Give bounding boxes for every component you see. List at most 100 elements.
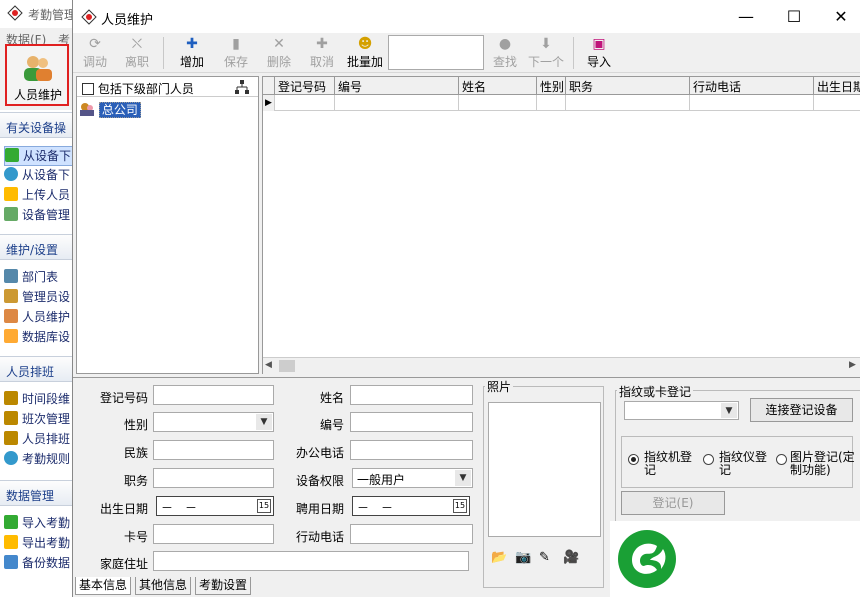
chevron-down-icon: ▼	[455, 470, 471, 486]
reg-no-field[interactable]	[153, 385, 274, 405]
radio-fingerprint-machine[interactable]: 指纹机登记	[628, 451, 698, 477]
personnel-maintenance-big-button[interactable]: 人员维护	[5, 44, 69, 106]
sidebar-section-scheduling[interactable]: 人员排班	[0, 356, 72, 382]
search-input[interactable]	[388, 35, 484, 70]
label-hire-date: 聘用日期	[295, 502, 344, 516]
tab-other-info[interactable]: 其他信息	[135, 577, 192, 595]
col-mobile[interactable]: 行动电话	[690, 77, 814, 95]
col-birth[interactable]: 出生日期	[814, 77, 860, 95]
device-select[interactable]: ▼	[624, 401, 739, 420]
label-ethnicity: 民族	[123, 446, 148, 460]
sidebar-section-maintenance[interactable]: 维护/设置	[0, 234, 72, 260]
video-camera-icon[interactable]: 🎥	[563, 550, 579, 565]
tab-attendance-settings[interactable]: 考勤设置	[195, 577, 252, 595]
hire-date-picker[interactable]: － － 15	[352, 496, 470, 516]
import-button[interactable]: ▣ 导入	[580, 35, 618, 71]
next-button[interactable]: ⬇ 下一个	[525, 35, 567, 71]
label-mobile: 行动电话	[295, 530, 344, 544]
sidebar-item-backup[interactable]: 备份数据	[4, 554, 72, 574]
scroll-left-icon[interactable]: ◀	[265, 360, 272, 370]
radio-fingerprint-reader[interactable]: 指纹仪登记	[703, 451, 773, 477]
col-number[interactable]: 编号	[335, 77, 459, 95]
camera-icon[interactable]: 📷	[515, 550, 531, 565]
sidebar-section-device[interactable]: 有关设备操	[0, 112, 72, 138]
department-tree: 包括下级部门人员 总公司	[76, 76, 259, 374]
sidebar-item-device-mgmt[interactable]: 设备管理	[4, 206, 72, 226]
maximize-button[interactable]: ☐	[771, 0, 817, 33]
sidebar-item-schedule[interactable]: 人员排班	[4, 430, 72, 450]
database-icon	[4, 329, 18, 343]
sidebar-item-departments[interactable]: 部门表	[4, 268, 72, 288]
cancel-icon: ✚	[316, 36, 328, 52]
gender-select[interactable]: ▼	[153, 412, 274, 432]
number-field[interactable]	[350, 412, 473, 432]
position-field[interactable]	[153, 468, 274, 488]
sidebar-item-timeslot[interactable]: 时间段维	[4, 390, 72, 410]
horizontal-scrollbar[interactable]: ◀ ▶	[263, 357, 860, 374]
sidebar-item-admin[interactable]: 管理员设	[4, 288, 72, 308]
dialog-titlebar: 人员维护 — ☐ ✕	[73, 0, 860, 33]
card-field[interactable]	[153, 524, 274, 544]
tab-basic-info[interactable]: 基本信息	[75, 577, 132, 595]
add-button[interactable]: ✚ 增加	[173, 35, 211, 71]
include-sub-checkbox[interactable]: 包括下级部门人员	[82, 80, 194, 97]
mobile-field[interactable]	[350, 524, 473, 544]
calendar-icon: 15	[453, 499, 467, 513]
close-button[interactable]: ✕	[818, 0, 860, 33]
sidebar-item-upload[interactable]: 上传人员	[4, 186, 72, 206]
col-reg-no[interactable]: 登记号码	[275, 77, 335, 95]
label-office-phone: 办公电话	[295, 446, 344, 460]
sidebar-item-personnel[interactable]: 人员维护	[4, 308, 72, 328]
fingerprint-group-label: 指纹或卡登记	[617, 383, 694, 400]
label-address: 家庭住址	[99, 557, 148, 571]
row-indicator-icon: ▶	[263, 95, 275, 111]
sidebar-item-export[interactable]: 导出考勤	[4, 534, 72, 554]
minimize-button[interactable]: —	[723, 0, 769, 33]
delete-button[interactable]: ✕ 删除	[260, 35, 298, 71]
sidebar-section-data[interactable]: 数据管理	[0, 480, 72, 506]
connect-device-button[interactable]: 连接登记设备	[750, 398, 853, 422]
transfer-button[interactable]: ⟳ 调动	[76, 35, 114, 71]
open-folder-icon[interactable]: 📂	[491, 550, 507, 565]
company-icon	[80, 103, 94, 116]
department-icon	[4, 269, 18, 283]
arrow-down-icon: ⬇	[540, 36, 552, 52]
scroll-right-icon[interactable]: ▶	[849, 360, 856, 370]
sidebar-item-import[interactable]: 导入考勤	[4, 514, 72, 534]
big-button-label: 人员维护	[13, 88, 62, 102]
address-field[interactable]	[153, 551, 469, 571]
refresh-icon: ⟳	[89, 36, 101, 52]
sidebar-item-rules[interactable]: 考勤规则	[4, 450, 72, 470]
birth-date-picker[interactable]: － － 15	[156, 496, 274, 516]
register-button[interactable]: 登记(E)	[621, 491, 725, 515]
batch-add-button[interactable]: ☻ 批量加	[343, 35, 387, 71]
scroll-thumb[interactable]	[279, 360, 295, 372]
eraser-icon[interactable]: ✎	[539, 550, 550, 565]
resign-button[interactable]: ⛌ 离职	[118, 35, 156, 71]
office-phone-field[interactable]	[350, 440, 473, 460]
find-button[interactable]: ● 查找	[486, 35, 524, 71]
permission-select[interactable]: 一般用户 ▼	[352, 468, 473, 488]
radio-unchecked-icon	[703, 454, 714, 465]
cancel-button[interactable]: ✚ 取消	[303, 35, 341, 71]
chevron-down-icon: ▼	[721, 403, 737, 418]
sidebar-item-download-2[interactable]: 从设备下	[4, 166, 72, 186]
photo-box[interactable]	[488, 402, 601, 537]
tree-node-root[interactable]: 总公司	[79, 101, 141, 118]
ethnicity-field[interactable]	[153, 440, 274, 460]
org-chart-icon[interactable]	[235, 80, 249, 94]
import-icon: ▣	[592, 36, 606, 52]
col-name[interactable]: 姓名	[459, 77, 537, 95]
col-gender[interactable]: 性别	[537, 77, 566, 95]
sidebar-item-shift[interactable]: 班次管理	[4, 410, 72, 430]
save-button[interactable]: ▮ 保存	[217, 35, 255, 71]
col-position[interactable]: 职务	[566, 77, 690, 95]
table-row[interactable]: ▶	[263, 95, 860, 111]
radio-image-register[interactable]: 图片登记(定制功能)	[776, 451, 856, 477]
sidebar-item-download-1[interactable]: 从设备下	[4, 146, 72, 166]
name-field[interactable]	[350, 385, 473, 405]
brand-logo-icon	[618, 530, 676, 588]
person-icon	[4, 309, 18, 323]
backup-icon	[4, 555, 18, 569]
sidebar-item-database[interactable]: 数据库设	[4, 328, 72, 348]
